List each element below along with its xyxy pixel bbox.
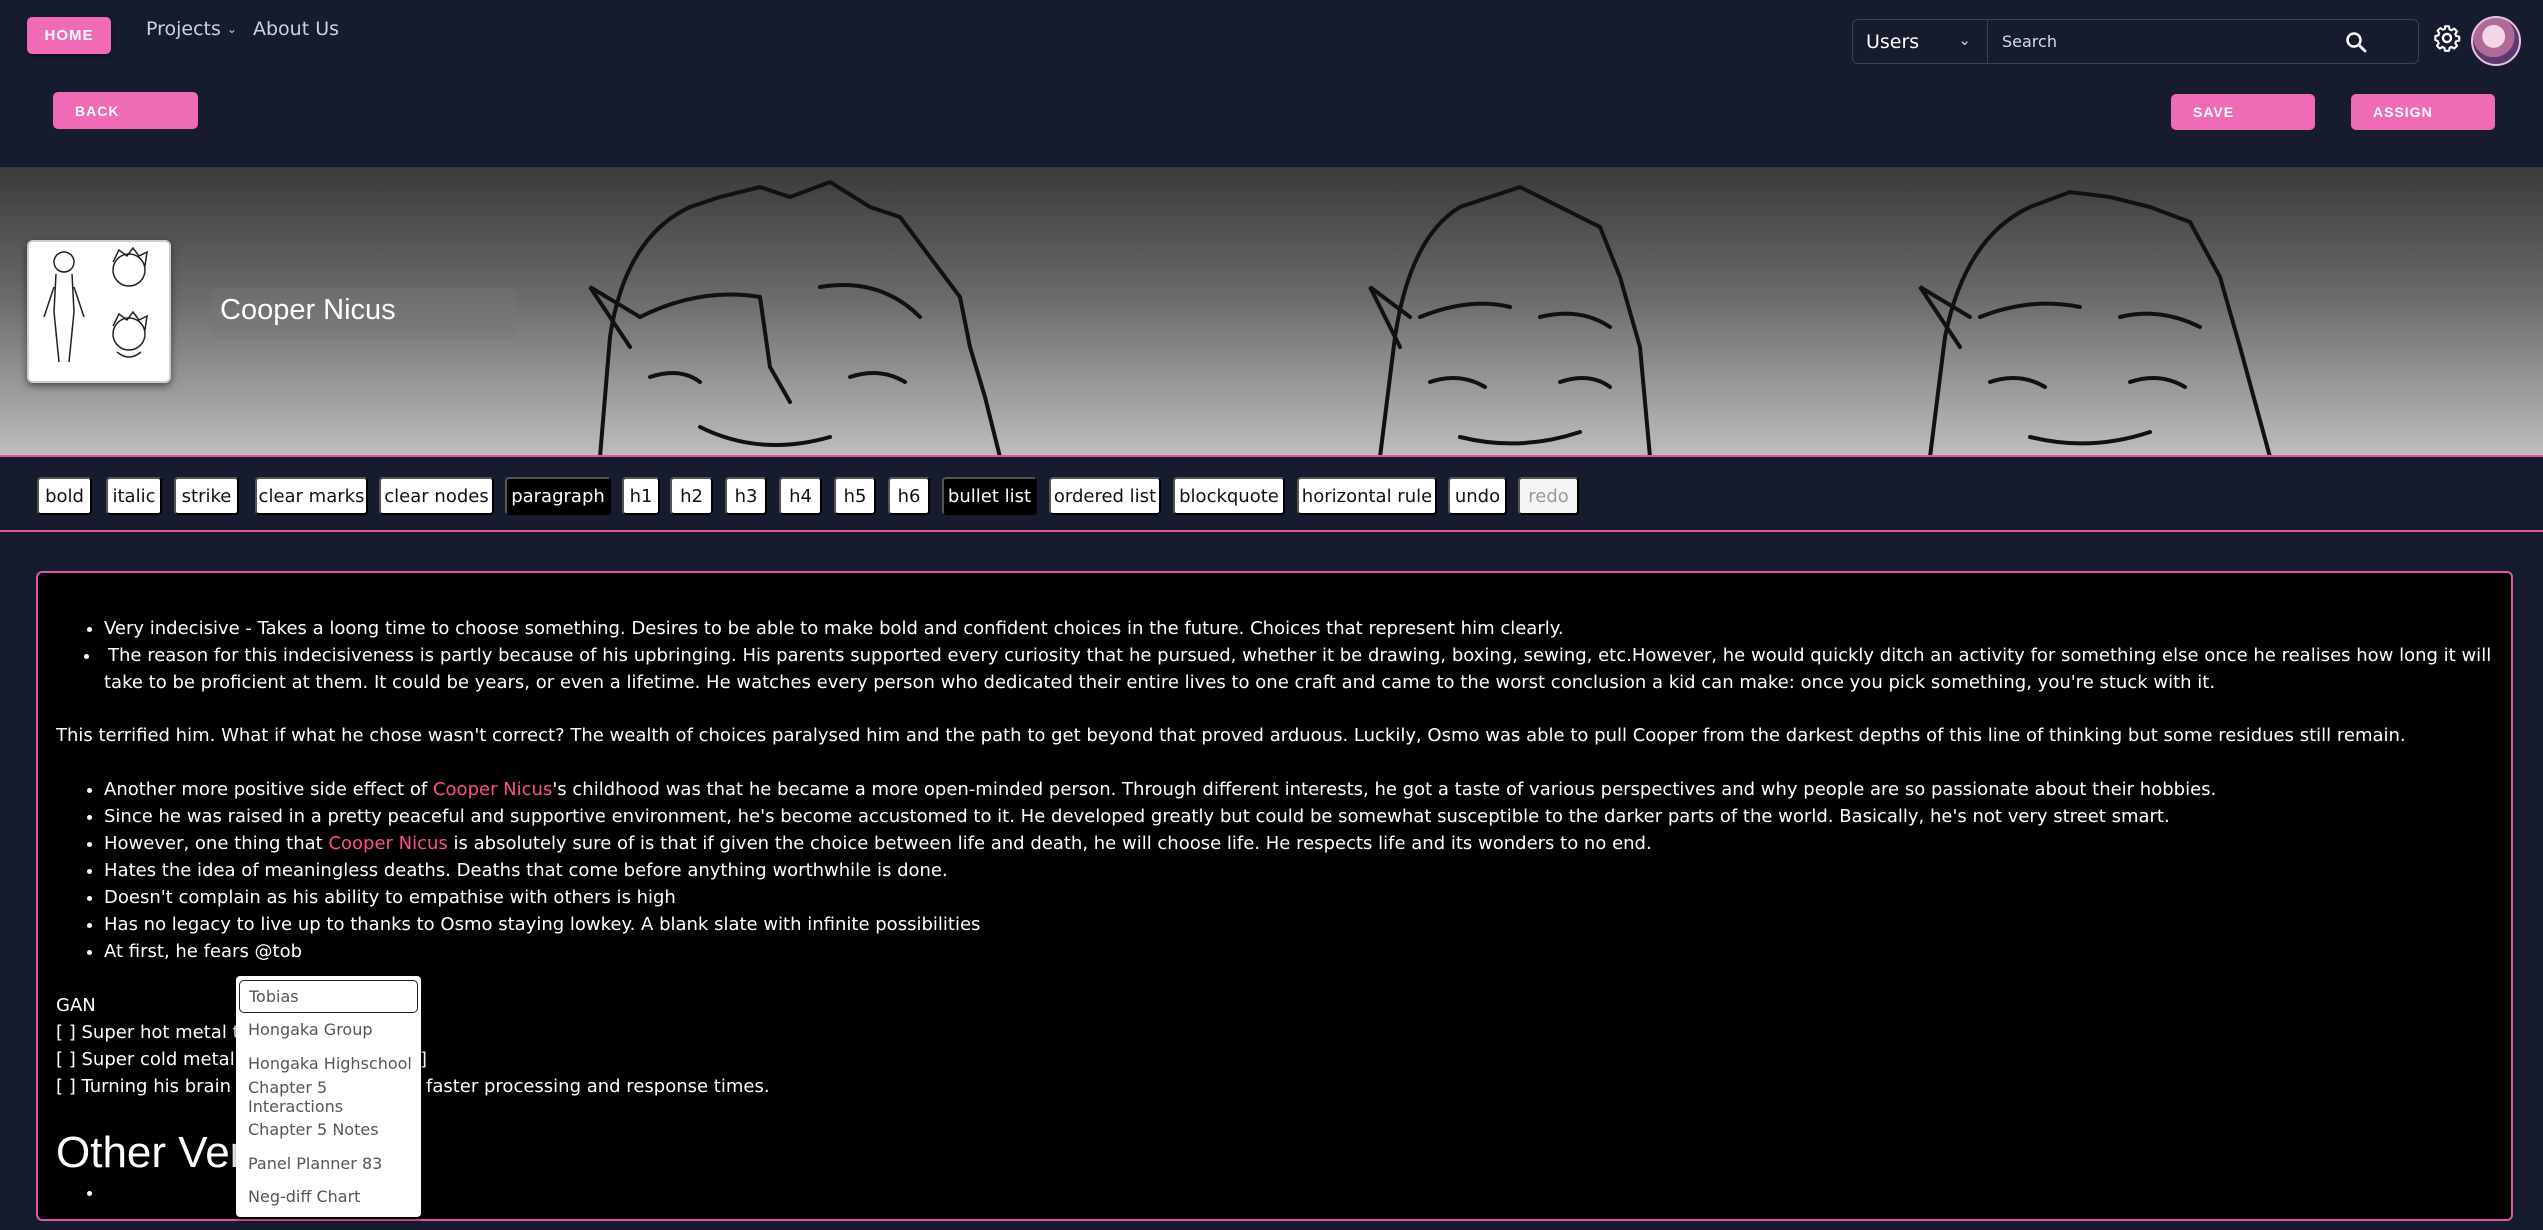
- chevron-down-icon: ⌄: [1958, 31, 1971, 49]
- toolbar-strike-button[interactable]: strike: [174, 477, 239, 515]
- list-item: Very indecisive - Takes a loong time to …: [104, 615, 2504, 642]
- character-sketch-image: [43, 246, 148, 363]
- toolbar-redo-button: redo: [1518, 477, 1579, 515]
- back-button[interactable]: BACK: [53, 92, 198, 129]
- mention-option[interactable]: Chapter 5 Interactions: [236, 1078, 421, 1116]
- paragraph: This terrified him. What if what he chos…: [56, 725, 2406, 746]
- toolbar-clear-nodes-button[interactable]: clear nodes: [379, 477, 494, 515]
- toolbar-h6-button[interactable]: h6: [888, 477, 930, 515]
- list-item: Has no legacy to live up to thanks to Os…: [104, 911, 2504, 938]
- search-scope-value: Users: [1866, 30, 1920, 53]
- editor-toolbar: bold italic strike clear marks clear nod…: [0, 460, 2543, 532]
- toolbar-horizontal-rule-button[interactable]: horizontal rule: [1297, 477, 1437, 515]
- list-item: The reason for this indecisiveness is pa…: [56, 642, 2504, 696]
- toolbar-italic-button[interactable]: italic: [106, 477, 162, 515]
- toolbar-clear-marks-button[interactable]: clear marks: [255, 477, 368, 515]
- list-item: Since he was raised in a pretty peaceful…: [104, 803, 2504, 830]
- mention-option[interactable]: Tobias: [239, 980, 418, 1014]
- chevron-down-icon: ⌄: [226, 22, 237, 36]
- gan-line-3: [ ] Turning his brain int: [56, 1076, 261, 1097]
- search-icon[interactable]: [2344, 30, 2368, 54]
- mention-link[interactable]: Cooper Nicus: [328, 833, 447, 854]
- list-item-text: However, one thing that: [104, 833, 329, 854]
- toolbar-blockquote-button[interactable]: blockquote: [1173, 477, 1285, 515]
- toolbar-h4-button[interactable]: h4: [779, 477, 822, 515]
- search-input[interactable]: Search: [1988, 20, 2418, 63]
- list-item-text: is absolutely sure of is that if given t…: [447, 833, 1652, 854]
- toolbar-h5-button[interactable]: h5: [834, 477, 876, 515]
- gan-line-2: [ ] Super cold metal th: [56, 1049, 259, 1070]
- gan-line-2-tail: ]: [420, 1049, 428, 1070]
- character-name: Cooper Nicus: [220, 294, 396, 326]
- bullet-list-2: Another more positive side effect of Coo…: [104, 776, 2504, 965]
- toolbar-bullet-list-button[interactable]: bullet list: [942, 477, 1037, 515]
- search-placeholder: Search: [2002, 32, 2057, 51]
- mention-option[interactable]: Panel Planner 83: [236, 1146, 421, 1179]
- search-bar: Users ⌄ Search: [1852, 19, 2419, 64]
- list-item: Hates the idea of meaningless deaths. De…: [104, 857, 2504, 884]
- toolbar-undo-button[interactable]: undo: [1448, 477, 1507, 515]
- list-item: However, one thing that Cooper Nicus is …: [104, 830, 2504, 857]
- top-navbar: HOME Projects ⌄ About Us Users ⌄ Search: [0, 0, 2543, 82]
- projects-menu[interactable]: Projects ⌄: [146, 18, 237, 40]
- mention-link[interactable]: Cooper Nicus: [433, 779, 552, 800]
- about-link[interactable]: About Us: [253, 18, 339, 40]
- search-scope-select[interactable]: Users ⌄: [1853, 20, 1988, 63]
- bullet-list-1: Very indecisive - Takes a loong time to …: [104, 615, 2504, 696]
- toolbar-ordered-list-button[interactable]: ordered list: [1049, 477, 1161, 515]
- mention-option[interactable]: Chapter 5 Notes: [236, 1113, 421, 1146]
- toolbar-bold-button[interactable]: bold: [37, 477, 92, 515]
- toolbar-h2-button[interactable]: h2: [670, 477, 713, 515]
- list-item: At first, he fears @tob: [104, 938, 2504, 965]
- gear-icon[interactable]: [2433, 24, 2461, 52]
- gan-line-3-tail: faster processing and response times.: [426, 1076, 770, 1097]
- mention-option[interactable]: Hongaka Group: [236, 1013, 421, 1046]
- list-item: Doesn't complain as his ability to empat…: [104, 884, 2504, 911]
- list-item: Another more positive side effect of Coo…: [104, 776, 2504, 803]
- home-button[interactable]: HOME: [27, 17, 111, 54]
- mention-option[interactable]: Neg-diff Chart: [236, 1180, 421, 1213]
- list-item-text: 's childhood was that he became a more o…: [552, 779, 2217, 800]
- toolbar-h1-button[interactable]: h1: [622, 477, 660, 515]
- toolbar-h3-button[interactable]: h3: [725, 477, 767, 515]
- gan-line-1: [ ] Super hot metal thr: [56, 1022, 259, 1043]
- list-item-text: Another more positive side effect of: [104, 779, 433, 800]
- projects-label: Projects: [146, 18, 221, 40]
- assign-button[interactable]: ASSIGN: [2351, 94, 2495, 130]
- mention-suggestions-dropdown: Tobias Hongaka Group Hongaka Highschool …: [236, 976, 421, 1217]
- mention-option[interactable]: Hongaka Highschool: [236, 1047, 421, 1080]
- gan-title: GAN: [56, 995, 96, 1016]
- toolbar-paragraph-button[interactable]: paragraph: [505, 477, 611, 515]
- character-thumbnail[interactable]: [27, 240, 171, 383]
- avatar[interactable]: [2471, 16, 2521, 66]
- heading-other-versions: Other Ver: [56, 1128, 245, 1177]
- save-button[interactable]: SAVE: [2171, 94, 2315, 130]
